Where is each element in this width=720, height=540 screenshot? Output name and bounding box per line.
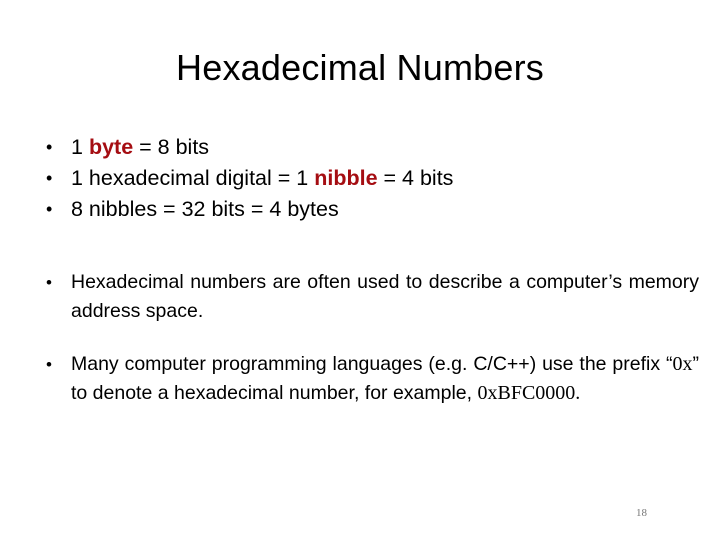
highlight-nibble: nibble bbox=[314, 166, 378, 190]
bullet-dot: • bbox=[46, 137, 53, 157]
bullet-dot: • bbox=[46, 199, 53, 219]
bullet-dot: • bbox=[46, 355, 52, 374]
bullet-list-units: • 1 byte = 8 bits • 1 hexadecimal digita… bbox=[44, 132, 676, 225]
slide-title: Hexadecimal Numbers bbox=[176, 47, 544, 88]
bullet-nibbles-bytes: • 8 nibbles = 32 bits = 4 bytes bbox=[44, 194, 676, 225]
code-prefix: 0x bbox=[672, 353, 693, 375]
bullet-byte: • 1 byte = 8 bits bbox=[44, 132, 676, 163]
bullet-memory-address: • Hexadecimal numbers are often used to … bbox=[44, 268, 699, 326]
bullet-dot: • bbox=[46, 168, 53, 188]
highlight-byte: byte bbox=[88, 135, 134, 159]
hex-example: 0xBFC0000. bbox=[477, 382, 581, 404]
bullet-dot: • bbox=[46, 273, 52, 292]
bullet-nibble: • 1 hexadecimal digital = 1 nibble = 4 b… bbox=[44, 163, 676, 194]
page-number: 18 bbox=[636, 507, 647, 519]
bullet-hex-prefix: • Many computer programming languages (e… bbox=[44, 350, 699, 408]
